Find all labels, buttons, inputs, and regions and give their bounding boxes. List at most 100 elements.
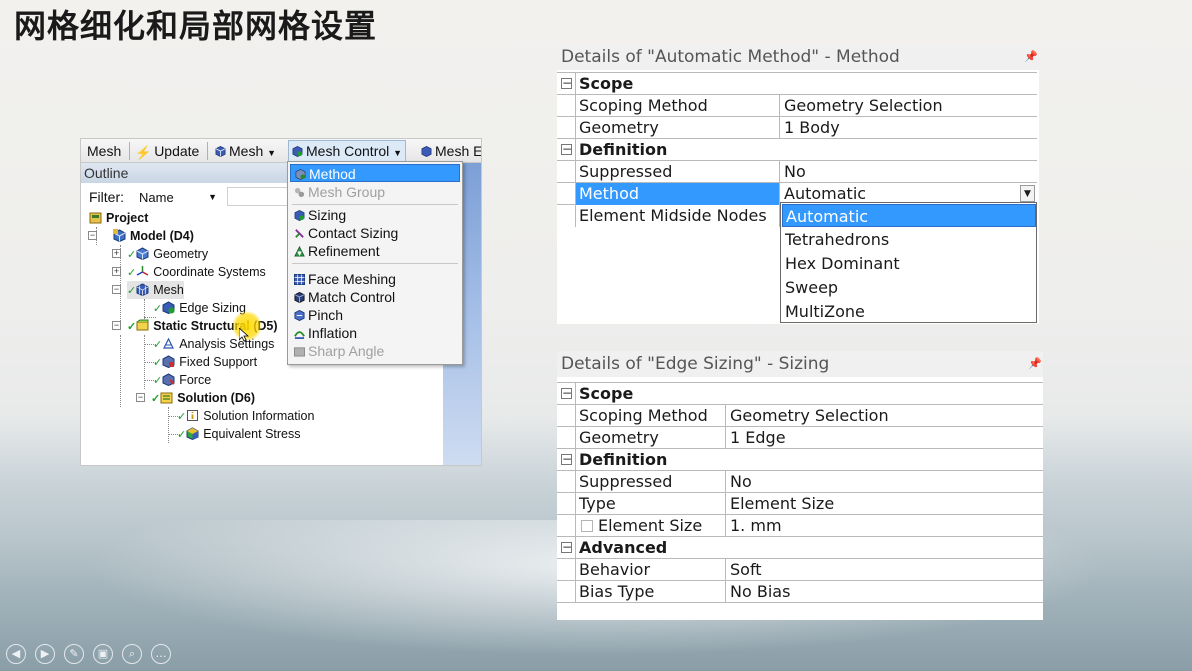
checkmark-icon: ✓ (127, 267, 137, 279)
property-row-scoping-method[interactable]: Scoping Method Geometry Selection (557, 95, 1037, 117)
property-label: Geometry (575, 117, 779, 139)
property-value[interactable]: Element Size (725, 493, 1043, 515)
method-option-tetrahedrons[interactable]: Tetrahedrons (782, 228, 1036, 251)
minus-box-icon[interactable]: − (112, 321, 121, 330)
property-value[interactable]: 1 Edge (725, 427, 1043, 449)
menu-item-mesh-group[interactable]: Mesh Group (290, 183, 460, 201)
method-option-multizone[interactable]: MultiZone (782, 300, 1036, 323)
menu-item-match-control[interactable]: Match Control (290, 288, 460, 306)
mesh-edit-button[interactable]: Mesh E (421, 142, 481, 160)
section-scope[interactable]: − Scope (557, 383, 1043, 405)
minus-box-icon[interactable]: − (112, 285, 121, 294)
tree-item-mesh[interactable]: ✓ Mesh (127, 281, 184, 299)
minus-box-icon[interactable]: − (561, 541, 572, 553)
tree-item-solution-information[interactable]: ✓ Solution Information (177, 407, 314, 425)
property-row-element-size[interactable]: Element Size 1. mm (557, 515, 1043, 537)
method-option-hex-dominant[interactable]: Hex Dominant (782, 252, 1036, 275)
menu-item-face-meshing[interactable]: Face Meshing (290, 270, 460, 288)
zoom-icon[interactable]: ⌕ (122, 644, 142, 664)
tree-item-project[interactable]: Project (89, 209, 148, 227)
section-advanced[interactable]: − Advanced (557, 537, 1043, 559)
tree-connector (168, 407, 169, 443)
property-value[interactable]: Geometry Selection (779, 95, 1037, 117)
property-label: Element Size (575, 515, 725, 537)
property-row-geometry[interactable]: Geometry 1 Body (557, 117, 1037, 139)
property-row-scoping-method[interactable]: Scoping Method Geometry Selection (557, 405, 1043, 427)
mesh-menu-button[interactable]: Mesh ▼ (215, 142, 276, 160)
method-dropdown-list: Automatic Tetrahedrons Hex Dominant Swee… (780, 202, 1037, 323)
property-row-type[interactable]: Type Element Size (557, 493, 1043, 515)
mesh-control-label: Mesh Control (306, 143, 390, 159)
tree-item-geometry[interactable]: ✓ Geometry (127, 245, 208, 263)
property-row-bias-type[interactable]: Bias Type No Bias (557, 581, 1043, 603)
menu-item-label: Mesh Group (308, 184, 386, 200)
checkmark-icon: ✓ (153, 357, 163, 369)
minus-box-icon[interactable]: − (561, 143, 572, 155)
property-row-geometry[interactable]: Geometry 1 Edge (557, 427, 1043, 449)
property-label: Type (575, 493, 725, 515)
tree-item-label: Solution (D6) (177, 391, 255, 405)
menu-item-label: Refinement (308, 243, 380, 259)
plus-box-icon[interactable]: + (112, 267, 121, 276)
property-row-suppressed[interactable]: Suppressed No (557, 471, 1043, 493)
minus-box-icon[interactable]: − (136, 393, 145, 402)
minus-box-icon[interactable]: − (88, 231, 97, 240)
pushpin-icon[interactable]: 📌 (1028, 357, 1042, 370)
chevron-down-icon: ▼ (208, 192, 217, 202)
menu-item-pinch[interactable]: Pinch (290, 306, 460, 324)
tree-item-force[interactable]: ✓ Force (153, 371, 211, 389)
tree-item-model[interactable]: Model (D4) (113, 227, 194, 245)
pen-icon[interactable]: ✎ (64, 644, 84, 664)
menu-item-sizing[interactable]: Sizing (290, 206, 460, 224)
chevron-down-icon[interactable]: ▼ (1020, 185, 1035, 202)
minus-box-icon[interactable]: − (561, 77, 572, 89)
property-value[interactable]: No Bias (725, 581, 1043, 603)
previous-slide-icon[interactable]: ◀ (6, 644, 26, 664)
tree-item-label: Mesh (153, 283, 184, 297)
filter-select[interactable]: Name ▼ (136, 187, 222, 206)
mesh-control-button[interactable]: Mesh Control ▼ (288, 140, 407, 162)
method-details-title: Details of "Automatic Method" - Method (557, 44, 1039, 70)
tree-item-coordinate-systems[interactable]: ✓ Coordinate Systems (127, 263, 266, 281)
property-value[interactable]: Soft (725, 559, 1043, 581)
tree-item-equivalent-stress[interactable]: ✓ Equivalent Stress (177, 425, 301, 443)
section-definition[interactable]: − Definition (557, 449, 1043, 471)
fixed-support-icon (162, 355, 175, 368)
force-icon (162, 373, 175, 386)
mesh-control-icon (292, 146, 303, 157)
mesh-group-icon (294, 187, 305, 198)
pushpin-icon[interactable]: 📌 (1024, 50, 1038, 63)
slides-icon[interactable]: ▣ (93, 644, 113, 664)
tree-item-fixed-support[interactable]: ✓ Fixed Support (153, 353, 257, 371)
tree-item-label: Analysis Settings (179, 337, 275, 351)
section-scope[interactable]: − Scope (557, 73, 1037, 95)
tree-item-edge-sizing[interactable]: ✓ Edge Sizing (153, 299, 246, 317)
tree-item-solution[interactable]: ✓ Solution (D6) (151, 389, 255, 407)
menu-item-sharp-angle[interactable]: Sharp Angle (290, 342, 460, 360)
method-option-automatic[interactable]: Automatic (782, 204, 1036, 227)
property-value[interactable]: No (725, 471, 1043, 493)
next-slide-icon[interactable]: ▶ (35, 644, 55, 664)
contact-sizing-icon (295, 229, 304, 238)
method-option-sweep[interactable]: Sweep (782, 276, 1036, 299)
menu-item-inflation[interactable]: Inflation (290, 324, 460, 342)
menu-item-contact-sizing[interactable]: Contact Sizing (290, 224, 460, 242)
minus-box-icon[interactable]: − (561, 387, 572, 399)
update-button[interactable]: ⚡ Update (135, 142, 199, 160)
property-value[interactable]: 1. mm (725, 515, 1043, 537)
plus-box-icon[interactable]: + (112, 249, 121, 258)
property-row-suppressed[interactable]: Suppressed No (557, 161, 1037, 183)
minus-box-icon[interactable]: − (561, 453, 572, 465)
more-options-icon[interactable]: … (151, 644, 171, 664)
menu-item-refinement[interactable]: Refinement (290, 242, 460, 260)
tree-item-label: Equivalent Stress (203, 427, 301, 441)
tree-item-label: Edge Sizing (179, 301, 246, 315)
menu-item-method[interactable]: Method (290, 164, 460, 182)
property-value[interactable]: 1 Body (779, 117, 1037, 139)
filter-search-input[interactable] (227, 187, 289, 206)
tree-item-label: Force (179, 373, 212, 387)
property-row-behavior[interactable]: Behavior Soft (557, 559, 1043, 581)
section-definition[interactable]: − Definition (557, 139, 1037, 161)
property-value[interactable]: Geometry Selection (725, 405, 1043, 427)
property-value[interactable]: No (779, 161, 1037, 183)
